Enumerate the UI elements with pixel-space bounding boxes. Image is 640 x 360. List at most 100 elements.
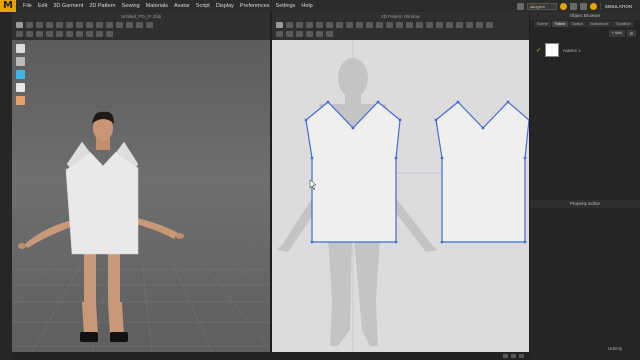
object-browser-title: Object Browser (530, 12, 640, 20)
pattern-canvas (276, 40, 529, 352)
tack-tool-button[interactable] (46, 22, 53, 28)
sun-icon[interactable] (589, 2, 597, 10)
dart-button[interactable] (346, 22, 353, 28)
segment-sewing-button[interactable] (366, 22, 373, 28)
tab-fabric[interactable]: Fabric (551, 21, 569, 27)
menu-item-display[interactable]: Display (213, 0, 237, 12)
transform-pattern-button[interactable] (276, 22, 283, 28)
app-window: M File Edit 3D Garment 2D Pattern Sewing Mate… (0, 0, 640, 360)
grain-button[interactable] (426, 22, 433, 28)
menu-item-2d-pattern[interactable]: 2D Pattern (86, 0, 118, 12)
status-icon-3[interactable] (519, 354, 524, 358)
select-mesh-icon[interactable] (16, 44, 25, 53)
polygon-button[interactable] (306, 22, 313, 28)
layer-tool-button[interactable] (26, 31, 33, 37)
garment-3d[interactable] (65, 141, 139, 255)
tab-buttonhole[interactable]: Buttonhole (587, 21, 612, 27)
symmetry-button[interactable] (276, 31, 283, 37)
measure-2d-button[interactable] (326, 31, 333, 37)
tab-topstitch[interactable]: Topstitch (612, 21, 634, 27)
zoom-2d-button[interactable] (476, 22, 483, 28)
settings-icon[interactable] (569, 2, 577, 10)
fabric-list-item[interactable]: ✓ FABRIC 1 (530, 39, 640, 61)
menu-item-help[interactable]: Help (298, 0, 315, 12)
move-tool-button[interactable] (26, 22, 33, 28)
edit-sewing-button[interactable] (386, 22, 393, 28)
fit-map-tool-button[interactable] (46, 31, 53, 37)
user-field[interactable]: daugsch (526, 2, 557, 10)
offset-button[interactable] (286, 31, 293, 37)
arrangement-tool-button[interactable] (16, 31, 23, 37)
options-button[interactable]: ☰ (626, 30, 636, 37)
circle-button[interactable] (326, 22, 333, 28)
menu-item-edit[interactable]: Edit (35, 0, 50, 12)
status-icon-1[interactable] (503, 354, 508, 358)
measure-circ-tool-button[interactable] (56, 31, 63, 37)
edit-curve-button[interactable] (296, 22, 303, 28)
button-tool-button[interactable] (96, 22, 103, 28)
show-fabric-button[interactable] (106, 31, 113, 37)
view-3d-garment[interactable] (12, 40, 270, 352)
menu-item-script[interactable]: Script (193, 0, 213, 12)
texture-tool-button[interactable] (116, 22, 123, 28)
rectangle-button[interactable] (316, 22, 323, 28)
avatar-tool-button[interactable] (136, 22, 143, 28)
fold-2d-button[interactable] (396, 22, 403, 28)
avatar-icon[interactable] (16, 96, 25, 105)
watermark: Udemy (608, 346, 623, 351)
status-icon-2[interactable] (511, 354, 516, 358)
merge-button[interactable] (316, 31, 323, 37)
graphic-tool-button[interactable] (126, 22, 133, 28)
cloud-icon[interactable] (559, 2, 567, 10)
menu-right-tools: daugsch SIMULATION (516, 2, 640, 10)
fold-tool-button[interactable] (36, 22, 43, 28)
menu-item-file[interactable]: File (20, 0, 35, 12)
pleat-button[interactable] (436, 22, 443, 28)
status-bar (12, 352, 530, 360)
select-tool-button[interactable] (16, 22, 23, 28)
graphic-2d-button[interactable] (456, 22, 463, 28)
pin-tool-button[interactable] (56, 22, 63, 28)
topstitch-tool-button[interactable] (106, 22, 113, 28)
menu-item-3d-garment[interactable]: 3D Garment (50, 0, 86, 12)
pattern-back[interactable] (434, 100, 529, 244)
show-pins-button[interactable] (86, 31, 93, 37)
tape-tool-button[interactable] (76, 22, 83, 28)
cut-button[interactable] (306, 31, 313, 37)
menu-item-settings[interactable]: Settings (273, 0, 299, 12)
view-2d-pattern[interactable] (272, 40, 529, 352)
video-icon[interactable] (579, 2, 587, 10)
slash-button[interactable] (296, 31, 303, 37)
menu-item-sewing[interactable]: Sewing (119, 0, 143, 12)
show-avatar-button[interactable] (96, 31, 103, 37)
edit-pattern-button[interactable] (286, 22, 293, 28)
tab-scene[interactable]: Scene (534, 21, 551, 27)
menu-item-avatar[interactable]: Avatar (171, 0, 193, 12)
menu-item-preferences[interactable]: Preferences (237, 0, 273, 12)
annotation-button[interactable] (466, 22, 473, 28)
menu-item-materials[interactable]: Materials (143, 0, 171, 12)
strain-tool-button[interactable] (36, 31, 43, 37)
pressure-tool-button[interactable] (66, 31, 73, 37)
measure-tool-button[interactable] (66, 22, 73, 28)
fabric-icon[interactable] (16, 70, 25, 79)
toolbar-3d-row1 (16, 22, 266, 28)
add-fabric-button[interactable]: + Add (608, 30, 625, 37)
add-seam-button[interactable] (406, 22, 413, 28)
tab-button[interactable]: Button (569, 21, 587, 27)
zip-tool-button[interactable] (86, 22, 93, 28)
notch-button[interactable] (416, 22, 423, 28)
simulation-button[interactable]: SIMULATION (599, 2, 636, 10)
lock-icon[interactable] (516, 2, 524, 10)
brush-tool-button[interactable] (146, 22, 153, 28)
brush-icon[interactable] (16, 83, 25, 92)
main-menu: File Edit 3D Garment 2D Pattern Sewing Materi… (20, 0, 316, 12)
internal-polygon-button[interactable] (336, 22, 343, 28)
transform-icon[interactable] (16, 57, 25, 66)
view-2d-button[interactable] (486, 22, 493, 28)
texture-2d-button[interactable] (446, 22, 453, 28)
menu-bar: M File Edit 3D Garment 2D Pattern Sewing Mate… (0, 0, 640, 12)
free-sewing-button[interactable] (376, 22, 383, 28)
wireframe-tool-button[interactable] (76, 31, 83, 37)
trace-button[interactable] (356, 22, 363, 28)
